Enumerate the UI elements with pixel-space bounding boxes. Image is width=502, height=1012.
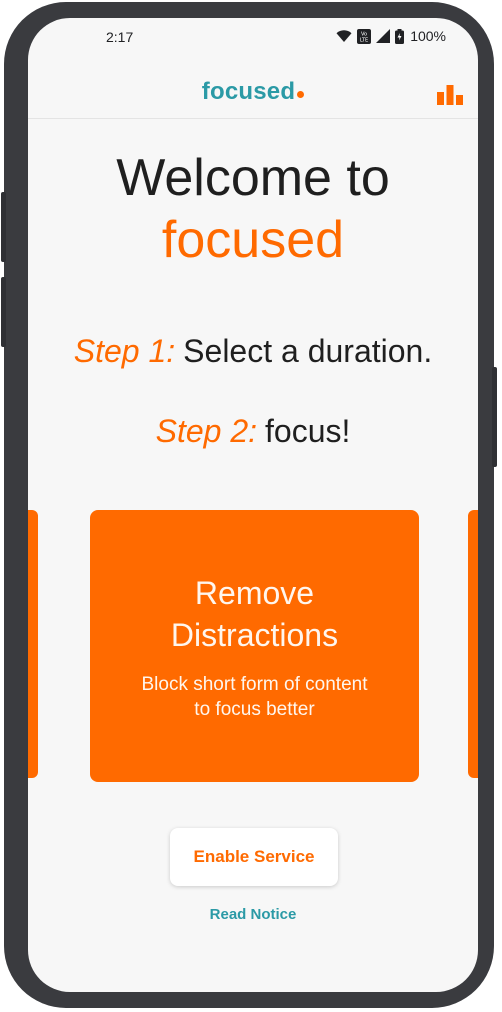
enable-service-button[interactable]: Enable Service	[170, 828, 338, 886]
power-button	[492, 367, 497, 467]
feature-card-title: Remove Distractions	[170, 575, 339, 653]
step-1: Step 1: Select a duration.	[28, 333, 478, 370]
logo-dot	[297, 91, 305, 98]
volte-icon: Vo LTE	[357, 28, 372, 44]
welcome-brand: focused	[161, 211, 345, 269]
status-time: 2:17	[106, 29, 134, 45]
carousel-card-previous[interactable]	[28, 510, 38, 778]
step-1-text: Select a duration.	[183, 333, 433, 369]
step-1-prefix: Step 1:	[73, 333, 176, 369]
feature-card-subtitle: Block short form of content to focus bet…	[141, 674, 368, 720]
volume-up-button	[1, 192, 6, 262]
welcome-title: Welcome to	[116, 149, 390, 207]
step-2: Step 2: focus!	[28, 413, 478, 450]
status-bar: 2:17 Vo LTE 100%	[28, 18, 478, 58]
bar-chart-icon[interactable]	[436, 83, 464, 105]
battery-icon	[395, 28, 405, 44]
step-2-text: focus!	[265, 413, 351, 449]
read-notice-link[interactable]: Read Notice	[28, 906, 478, 923]
battery-percent: 100%	[410, 28, 446, 44]
screen: 2:17 Vo LTE 100% focused Welcome to focu…	[28, 18, 478, 992]
carousel-card-next[interactable]	[468, 510, 478, 778]
wifi-icon	[336, 29, 352, 43]
svg-text:LTE: LTE	[360, 37, 368, 43]
feature-card[interactable]: Remove Distractions Block short form of …	[90, 510, 419, 782]
volume-down-button	[1, 277, 6, 347]
step-2-prefix: Step 2:	[155, 413, 258, 449]
status-icons: Vo LTE 100%	[336, 28, 446, 44]
app-logo: focused	[28, 78, 478, 106]
signal-icon	[376, 29, 391, 43]
app-bar: focused	[28, 58, 478, 119]
app-logo-text: focused	[201, 78, 296, 105]
phone-frame: 2:17 Vo LTE 100% focused Welcome to focu…	[1, 2, 497, 1008]
